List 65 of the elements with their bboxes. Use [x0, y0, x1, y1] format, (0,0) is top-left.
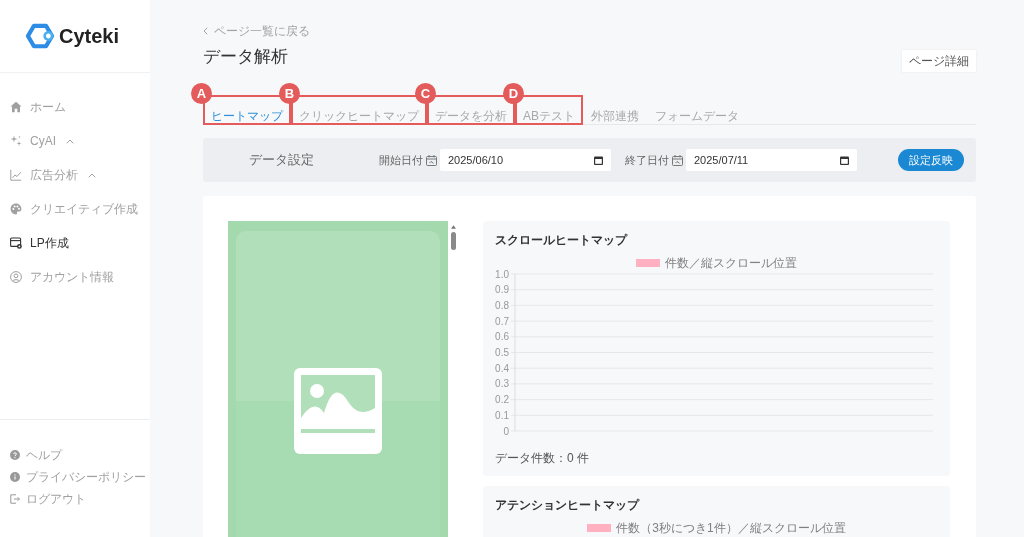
- y-tick-label: 0.6: [495, 331, 509, 343]
- tab[interactable]: ABテスト: [515, 106, 583, 125]
- y-tick-label: 0.5: [495, 347, 509, 358]
- end-date-field[interactable]: 2025/07/11: [686, 149, 857, 171]
- chevron-left-icon: [203, 27, 208, 35]
- person-circle-icon: [10, 271, 22, 283]
- line-chart-icon: [10, 169, 22, 181]
- nav-item[interactable]: ホーム: [0, 90, 70, 124]
- tab[interactable]: データを分析: [427, 106, 515, 125]
- page-detail-button[interactable]: ページ詳細: [902, 50, 976, 72]
- tab[interactable]: 外部連携: [583, 106, 647, 125]
- sidebar-link[interactable]: ログアウト: [0, 488, 89, 510]
- scroll-up-icon: [450, 225, 456, 229]
- nav-item[interactable]: CyAI: [0, 124, 78, 158]
- sidebar-link[interactable]: プライバシーポリシー: [0, 466, 149, 488]
- help-icon: [10, 450, 20, 460]
- y-tick-label: 0.8: [495, 299, 509, 311]
- palette-icon: [10, 203, 22, 215]
- callout-badge: D: [503, 83, 524, 104]
- chart-title: アテンションヒートマップ: [495, 497, 641, 514]
- caret-up-icon: [66, 138, 74, 144]
- data-settings-title: データ設定: [247, 151, 315, 169]
- nav-item[interactable]: 広告分析: [0, 158, 100, 192]
- tab[interactable]: フォームデータ: [647, 106, 747, 125]
- y-tick-label: 0.1: [495, 409, 509, 421]
- home-icon: [10, 101, 22, 113]
- y-tick-label: 0.4: [495, 362, 509, 374]
- calendar-icon: [840, 155, 849, 165]
- tab[interactable]: クリックヒートマップ: [291, 106, 427, 125]
- y-tick-label: 0.9: [495, 284, 509, 296]
- y-tick-label: 1.0: [495, 270, 509, 280]
- nav-item[interactable]: LP作成: [0, 226, 73, 260]
- scrollbar-thumb[interactable]: [450, 232, 456, 250]
- calendar-icon: [426, 154, 437, 166]
- apply-settings-button[interactable]: 設定反映: [898, 149, 964, 171]
- callout-badge: C: [415, 83, 436, 104]
- page-title: データ解析: [203, 45, 288, 68]
- nav-item[interactable]: クリエイティブ作成: [0, 192, 142, 226]
- data-count: データ件数：0 件: [495, 450, 590, 466]
- logo-text: Cyteki: [59, 24, 119, 48]
- window-gear-icon: [10, 237, 22, 249]
- logout-icon: [10, 494, 20, 504]
- y-tick-label: 0.2: [495, 394, 509, 406]
- callout-badge: A: [191, 83, 212, 104]
- y-tick-label: 0: [503, 425, 509, 436]
- chart-title: スクロールヒートマップ: [495, 232, 629, 249]
- sidebar-link[interactable]: ヘルプ: [0, 444, 65, 466]
- info-icon: [10, 472, 20, 482]
- image-icon: [294, 368, 382, 454]
- calendar-icon: [672, 154, 683, 166]
- legend-label: 件数／縦スクロール位置: [665, 254, 797, 272]
- y-tick-label: 0.7: [495, 315, 509, 327]
- start-date-field[interactable]: 2025/06/10: [440, 149, 611, 171]
- start-date-label: 開始日付: [379, 152, 423, 168]
- y-tick-label: 0.3: [495, 378, 509, 390]
- back-link[interactable]: ページ一覧に戻る: [203, 23, 310, 39]
- caret-up-icon: [88, 172, 96, 178]
- tab[interactable]: ヒートマップ: [203, 106, 291, 125]
- calendar-icon: [594, 155, 603, 165]
- nav-item[interactable]: アカウント情報: [0, 260, 118, 294]
- callout-badge: B: [279, 83, 300, 104]
- sparkle-icon: [10, 135, 22, 147]
- end-date-label: 終了日付: [625, 152, 669, 168]
- legend-label: 件数（3秒につき1件）／縦スクロール位置: [616, 519, 846, 537]
- logo-icon: [25, 23, 55, 49]
